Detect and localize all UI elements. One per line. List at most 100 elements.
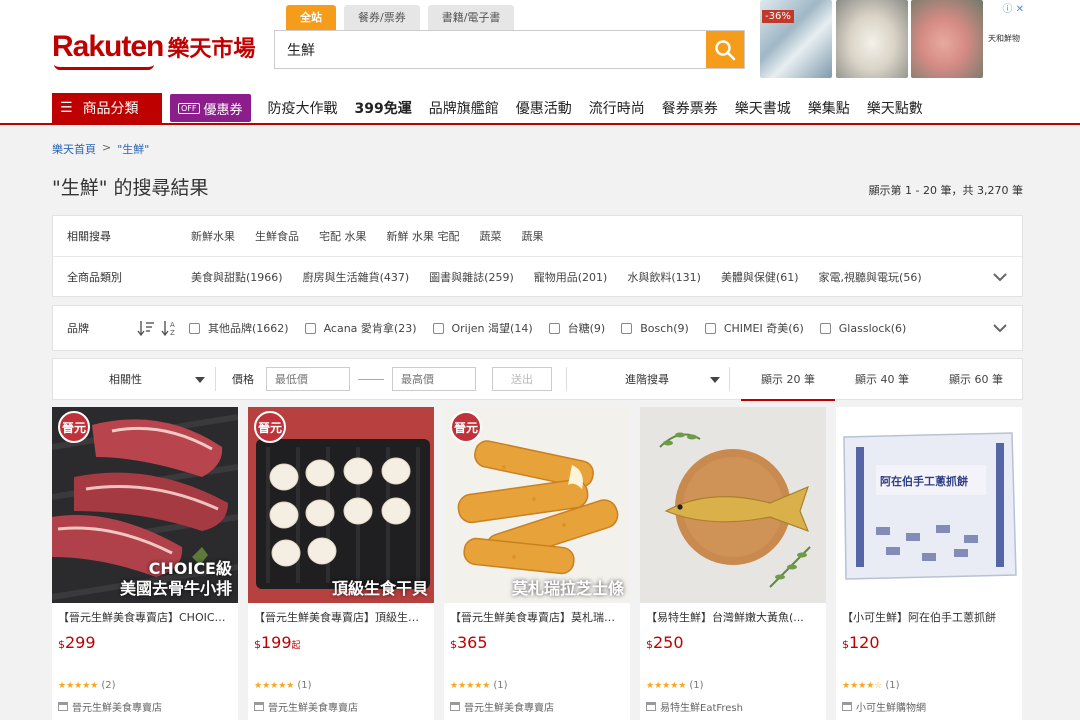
related-search-item[interactable]: 新鮮 水果 宅配 [387, 228, 460, 244]
logo-text-zh: 樂天市場 [167, 37, 256, 62]
rakuten-logo[interactable]: Rakuten 樂天市場 [52, 30, 256, 70]
category-item[interactable]: 圖書與雜誌(259) [429, 269, 514, 285]
brand-option[interactable]: 台糖(9) [548, 320, 605, 336]
related-search-item[interactable]: 蔬菜 [480, 228, 502, 244]
brand-checkbox[interactable] [704, 322, 716, 334]
product-title[interactable]: 【晉元生鮮美食專賣店】CHOICE級美國去骨牛小排 [58, 609, 232, 625]
sort-by-count-icon[interactable] [137, 319, 155, 337]
sort-alphabetical-icon[interactable]: A Z [161, 319, 179, 337]
per-page-60[interactable]: 顯示 60 筆 [929, 359, 1023, 401]
search-tab-vouchers[interactable]: 餐券/票券 [344, 5, 420, 30]
nav-link-stamps[interactable]: 樂集點 [808, 98, 850, 118]
page-title: "生鮮" 的搜尋結果 [52, 177, 209, 199]
brand-option-label: CHIMEI 奇美(6) [723, 322, 804, 335]
max-price-input[interactable] [392, 367, 476, 391]
brand-option-label: 其他品牌(1662) [208, 322, 289, 335]
search-input[interactable] [275, 31, 706, 68]
category-item[interactable]: 寵物用品(201) [534, 269, 608, 285]
category-item[interactable]: 水與飲料(131) [627, 269, 701, 285]
brand-option-label: Orijen 渴望(14) [451, 322, 533, 335]
min-price-input[interactable] [266, 367, 350, 391]
review-count: (1) [493, 680, 508, 691]
product-title[interactable]: 【小可生鮮】阿在伯手工蔥抓餅 [842, 609, 1016, 625]
brand-option[interactable]: Acana 愛肯拿(23) [304, 320, 417, 336]
product-title[interactable]: 【易特生鮮】台灣鮮嫩大黃魚(... [646, 609, 820, 625]
product-title[interactable]: 【晉元生鮮美食專賣店】頂級生食干貝 [254, 609, 428, 625]
coupon-button[interactable]: OFF 優惠券 [170, 94, 251, 122]
shop-name[interactable]: 易特生鮮EatFresh [646, 699, 743, 714]
ad-banner[interactable]: -36% 天和鮮物 ⓘ ✕ [760, 0, 1030, 80]
product-rating: ★★★★★ (1) [450, 680, 508, 691]
category-menu-button[interactable]: ☰ 商品分類 [52, 93, 162, 123]
product-image[interactable]: 晉元 CHOICE級 美國去骨牛小排 [52, 407, 238, 603]
category-row: 全商品類別 美食與甜點(1966) 廚房與生活雜貨(437) 圖書與雜誌(259… [53, 256, 1022, 296]
category-item[interactable]: 美體與保健(61) [721, 269, 799, 285]
nav-link-promotions[interactable]: 優惠活動 [516, 98, 572, 118]
product-card[interactable]: 晉元 CHOICE級 美國去骨牛小排 【晉元生鮮美食專賣店】CHOICE級美國去… [52, 407, 238, 720]
breadcrumb-home[interactable]: 樂天首頁 [52, 141, 96, 157]
product-image[interactable]: 晉元 頂級生食干貝 [248, 407, 434, 603]
image-caption-line: 美國去骨牛小排 [119, 579, 232, 598]
shop-name[interactable]: 小可生鮮購物網 [842, 699, 926, 714]
brand-option[interactable]: 其他品牌(1662) [189, 320, 289, 336]
search-button[interactable] [706, 31, 744, 68]
advanced-caret-icon [710, 377, 720, 383]
ad-image-pork-chop [911, 0, 983, 78]
brand-checkbox[interactable] [432, 322, 444, 334]
star-rating-icon: ★★★★★ [254, 680, 295, 691]
brand-checkbox[interactable] [189, 322, 200, 334]
advanced-search-select[interactable]: 進階搜尋 [567, 359, 729, 399]
search-tab-all[interactable]: 全站 [286, 5, 336, 30]
product-image[interactable]: 阿在伯手工蔥抓餅 [836, 407, 1022, 603]
product-card[interactable]: 晉元 頂級生食干貝 【晉元生鮮美食專賣店】頂級生食干貝 $199起 ★★★★★(… [248, 407, 434, 720]
nav-link-epidemic[interactable]: 防疫大作戰 [268, 98, 338, 118]
brand-option[interactable]: Orijen 渴望(14) [432, 320, 533, 336]
ad-close-icon[interactable]: ⓘ ✕ [1002, 0, 1024, 15]
brand-checkbox[interactable] [819, 322, 831, 334]
brand-row: 品牌 A Z 其他品牌(1662) Acana 愛肯拿(23) Orijen 渴… [53, 306, 1022, 350]
brand-option[interactable]: Glasslock(6) [819, 322, 906, 335]
search-icon [715, 39, 736, 60]
related-search-item[interactable]: 宅配 水果 [319, 228, 367, 244]
per-page-20[interactable]: 顯示 20 筆 [741, 359, 835, 401]
shop-name-label: 小可生鮮購物網 [856, 703, 926, 714]
brand-option[interactable]: CHIMEI 奇美(6) [704, 320, 804, 336]
category-label: 全商品類別 [67, 270, 122, 284]
category-item[interactable]: 家電,視聽與電玩(56) [819, 269, 922, 285]
chevron-down-icon[interactable] [992, 320, 1008, 336]
related-search-row: 相關搜尋 新鮮水果 生鮮食品 宅配 水果 新鮮 水果 宅配 蔬菜 蔬果 [53, 216, 1022, 256]
shop-name[interactable]: 晉元生鮮美食專賣店 [254, 699, 358, 714]
brand-checkbox[interactable] [548, 322, 560, 334]
price-submit-button[interactable]: 送出 [492, 367, 552, 391]
price-label: 價格 [232, 373, 254, 386]
breadcrumb-current[interactable]: "生鮮" [117, 141, 149, 157]
product-title[interactable]: 【晉元生鮮美食專賣店】莫札瑞拉芝士條 [450, 609, 624, 625]
chevron-down-icon[interactable] [992, 269, 1008, 285]
search-tab-books[interactable]: 書籍/電子書 [427, 5, 515, 30]
brand-option[interactable]: Bosch(9) [621, 322, 689, 335]
related-search-item[interactable]: 新鮮水果 [191, 228, 235, 244]
related-search-label: 相關搜尋 [67, 230, 111, 243]
per-page-40[interactable]: 顯示 40 筆 [835, 359, 929, 401]
star-rating-icon: ★★★★★ [450, 680, 491, 691]
related-search-item[interactable]: 蔬果 [522, 228, 544, 244]
nav-link-tickets[interactable]: 餐券票券 [662, 98, 718, 118]
product-image[interactable]: 晉元 莫札瑞拉芝士條 [444, 407, 630, 603]
shop-name[interactable]: 晉元生鮮美食專賣店 [58, 699, 162, 714]
brand-checkbox[interactable] [304, 322, 316, 334]
nav-link-fashion[interactable]: 流行時尚 [589, 98, 645, 118]
nav-link-free-shipping[interactable]: 399免運 [355, 98, 412, 118]
shop-name[interactable]: 晉元生鮮美食專賣店 [450, 699, 554, 714]
sort-select[interactable]: 相關性 [53, 359, 215, 399]
nav-link-bookstore[interactable]: 樂天書城 [735, 98, 791, 118]
category-item[interactable]: 廚房與生活雜貨(437) [303, 269, 410, 285]
product-image[interactable] [640, 407, 826, 603]
brand-checkbox[interactable] [621, 322, 633, 334]
product-card[interactable]: 【易特生鮮】台灣鮮嫩大黃魚(... $250 ★★★★★ (1) 易特生鮮EatF… [640, 407, 826, 720]
related-search-item[interactable]: 生鮮食品 [255, 228, 299, 244]
nav-link-points[interactable]: 樂天點數 [867, 98, 923, 118]
nav-link-brand-stores[interactable]: 品牌旗艦館 [429, 98, 499, 118]
category-item[interactable]: 美食與甜點(1966) [191, 269, 283, 285]
product-card[interactable]: 阿在伯手工蔥抓餅 【小可生鮮】阿在伯手工蔥抓餅 $120 ★★★★☆ (1) 小可… [836, 407, 1022, 720]
product-card[interactable]: 晉元 莫札瑞拉芝士條 【晉元生鮮美食專賣店】莫札瑞拉芝士條 $365 ★★★★★… [444, 407, 630, 720]
